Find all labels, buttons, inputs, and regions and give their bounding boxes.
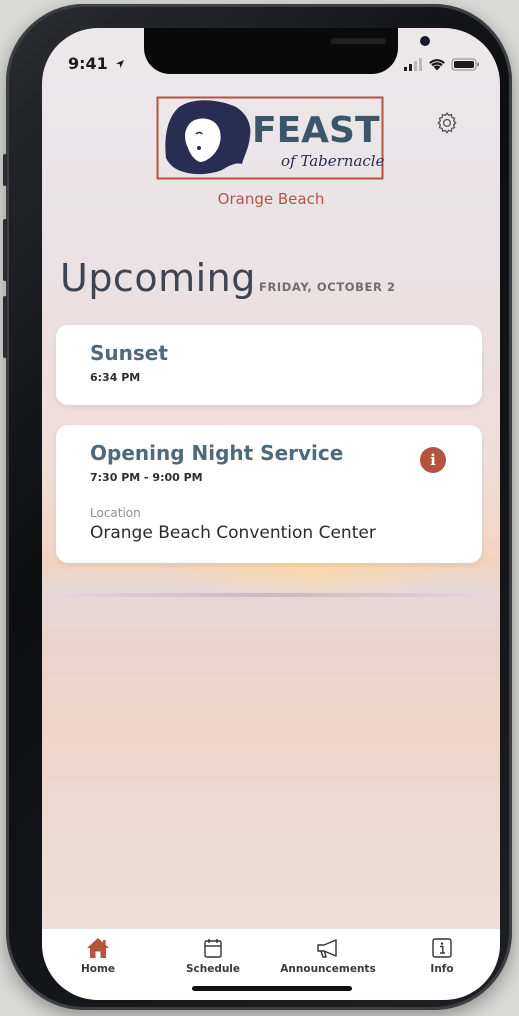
battery-icon <box>451 58 479 71</box>
tab-announcements[interactable]: Announcements <box>278 937 378 975</box>
tab-schedule[interactable]: Schedule <box>163 937 263 975</box>
logo-word-feast: FEAST <box>252 110 380 151</box>
logo-word-tabernacles: of Tabernacles <box>281 152 384 170</box>
mute-switch <box>3 154 7 186</box>
calendar-icon <box>204 939 222 958</box>
home-indicator[interactable] <box>192 986 352 991</box>
volume-down-button <box>3 296 7 358</box>
tab-label: Schedule <box>185 963 241 975</box>
tab-label: Info <box>430 963 454 975</box>
tab-label: Home <box>80 963 116 975</box>
horizon-line <box>42 593 500 597</box>
speaker-grille <box>330 38 386 44</box>
location-value: Orange Beach Convention Center <box>90 523 376 543</box>
event-card-opening-night[interactable]: Opening Night Service 7:30 PM - 9:00 PM … <box>56 425 482 563</box>
event-time: 7:30 PM - 9:00 PM <box>90 471 203 484</box>
feast-logo: FEAST of Tabernacles <box>156 96 384 180</box>
tab-info[interactable]: Info <box>392 937 492 975</box>
status-icons <box>404 58 479 71</box>
wifi-icon <box>429 59 445 71</box>
event-info-icon[interactable]: i <box>420 447 446 473</box>
upcoming-date: FRIDAY, OCTOBER 2 <box>259 280 396 294</box>
status-time: 9:41 <box>68 54 125 73</box>
info-icon <box>432 938 452 958</box>
event-title: Sunset <box>90 341 168 365</box>
gear-icon[interactable] <box>435 111 459 135</box>
app-screen: 9:41 FEAST of Tabernacles Orange Beach U… <box>42 28 500 1000</box>
home-icon <box>87 938 109 958</box>
location-arrow-icon <box>116 60 125 68</box>
notch <box>144 28 430 74</box>
front-camera <box>420 36 430 46</box>
volume-up-button <box>3 219 7 281</box>
tab-home[interactable]: Home <box>48 937 148 975</box>
event-title: Opening Night Service <box>90 441 344 465</box>
event-time: 6:34 PM <box>90 371 141 384</box>
tab-label: Announcements <box>280 963 376 975</box>
upcoming-heading: Upcoming <box>60 256 256 300</box>
event-card-sunset[interactable]: Sunset 6:34 PM <box>56 325 482 405</box>
location-label: Location <box>90 506 141 520</box>
phone-frame: 9:41 FEAST of Tabernacles Orange Beach U… <box>3 4 512 1010</box>
event-site-name: Orange Beach <box>217 190 325 208</box>
megaphone-icon <box>317 939 337 958</box>
signal-icon <box>404 58 422 71</box>
